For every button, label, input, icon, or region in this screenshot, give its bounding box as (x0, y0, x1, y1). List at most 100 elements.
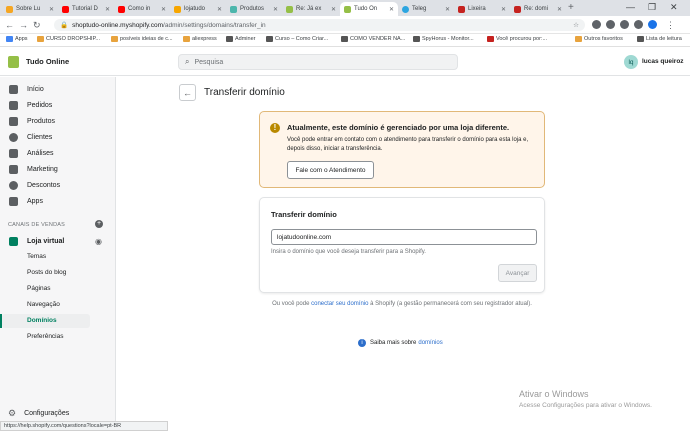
reload-icon[interactable]: ↻ (33, 19, 41, 31)
sidebar-item-apps[interactable]: Apps (0, 194, 116, 208)
sidebar-subitem-preferences[interactable]: Preferências (27, 333, 64, 340)
close-icon[interactable]: ✕ (159, 6, 166, 13)
minimize-icon[interactable]: — (626, 1, 635, 13)
user-name[interactable]: lucas queiroz (642, 58, 684, 65)
bookmark-item[interactable]: SpyHorus - Monitor... (413, 36, 474, 42)
add-channel-icon[interactable]: + (95, 220, 103, 228)
extension-icon[interactable] (634, 20, 643, 29)
close-icon[interactable]: ✕ (443, 6, 450, 13)
bookmark-favicon (487, 36, 494, 42)
sidebar-item-analytics[interactable]: Análises (0, 146, 116, 160)
gear-icon: ⚙ (8, 408, 17, 418)
next-button[interactable]: Avançar (498, 264, 537, 282)
bookmark-favicon (266, 36, 273, 42)
admin-top-bar: Tudo Online ⌕ Pesquisa lq lucas queiroz (0, 48, 690, 76)
close-icon[interactable]: ✕ (47, 6, 54, 13)
close-icon[interactable]: ✕ (499, 6, 506, 13)
url-domain: shoptudo-online.myshopify.com (72, 21, 164, 29)
sidebar-item-orders[interactable]: Pedidos (0, 98, 116, 112)
domain-help-text: Insira o domínio que você deseja transfe… (271, 249, 426, 255)
close-icon[interactable]: ✕ (103, 6, 110, 13)
warning-icon: ! (270, 123, 280, 133)
close-icon[interactable]: ✕ (387, 6, 394, 13)
sidebar-item-customers[interactable]: Clientes (0, 130, 116, 144)
sidebar-item-products[interactable]: Produtos (0, 114, 116, 128)
bookmark-item[interactable]: Curso – Como Criar... (266, 36, 328, 42)
browser-tab[interactable]: Produtos ✕ (226, 2, 282, 16)
window-close-icon[interactable]: ✕ (670, 1, 678, 13)
tab-favicon (458, 5, 465, 13)
sidebar-item-settings[interactable]: ⚙ Configurações (8, 408, 69, 419)
star-icon[interactable]: ☆ (573, 21, 579, 29)
browser-tab[interactable]: lojatudo ✕ (170, 2, 226, 16)
new-tab-button[interactable]: + (568, 2, 574, 14)
bookmark-item[interactable]: posíveis ideias de c... (111, 36, 173, 42)
contact-support-button[interactable]: Fale com o Atendimento (287, 161, 374, 179)
maximize-icon[interactable]: ❐ (648, 1, 656, 13)
browser-tab[interactable]: Re: Já ex ✕ (282, 2, 340, 16)
bookmark-favicon (341, 36, 348, 42)
profile-avatar[interactable] (648, 20, 657, 29)
browser-tab[interactable]: Sobre Lu ✕ (2, 2, 58, 16)
reading-list-icon (637, 36, 644, 42)
sidebar-item-discounts[interactable]: Descontos (0, 178, 116, 192)
folder-icon (183, 36, 190, 42)
close-icon[interactable]: ✕ (215, 6, 222, 13)
bookmark-item[interactable]: CURSO DROPSHIP... (37, 36, 100, 42)
sidebar-item-marketing[interactable]: Marketing (0, 162, 116, 176)
bookmark-item[interactable]: COMO VENDER NA... (341, 36, 405, 42)
browser-tab[interactable]: Lixeira ✕ (454, 2, 510, 16)
sidebar: Início Pedidos Produtos Clientes Análise… (0, 77, 116, 421)
bookmark-item[interactable]: aliexpress (183, 36, 217, 42)
address-bar[interactable]: 🔒 shoptudo-online.myshopify.com/admin/se… (54, 19, 585, 31)
forward-arrow-icon[interactable]: → (19, 19, 28, 31)
browser-tab-active[interactable]: Tudo On ✕ (340, 2, 398, 16)
domain-input[interactable] (271, 229, 537, 245)
back-button[interactable]: ← (179, 84, 196, 101)
browser-tab[interactable]: Tutorial D ✕ (58, 2, 114, 16)
banner-text: Você pode entrar em contato com o atendi… (287, 137, 529, 152)
close-icon[interactable]: ✕ (271, 6, 278, 13)
sidebar-subitem-blog-posts[interactable]: Posts do blog (27, 269, 66, 276)
search-input[interactable]: ⌕ Pesquisa (178, 54, 458, 70)
close-icon[interactable]: ✕ (329, 6, 336, 13)
eye-icon[interactable]: ◉ (95, 237, 102, 246)
tab-favicon (118, 5, 125, 13)
domains-help-link[interactable]: domínios (418, 340, 442, 346)
discounts-icon (9, 180, 18, 190)
more-menu-icon[interactable]: ⋮ (666, 19, 675, 31)
back-arrow-icon[interactable]: ← (5, 19, 14, 31)
bookmark-item[interactable]: Outros favoritos (575, 36, 623, 42)
browser-tab[interactable]: Re: domi ✕ (510, 2, 566, 16)
bookmark-item[interactable]: Você procurou por:... (487, 36, 547, 42)
tab-favicon (174, 5, 181, 13)
close-icon[interactable]: ✕ (555, 6, 562, 13)
page-title: Transferir domínio (204, 87, 285, 98)
bookmarks-bar: Apps CURSO DROPSHIP... posíveis ideias d… (0, 34, 690, 47)
customers-icon (9, 132, 18, 142)
tab-favicon (402, 5, 409, 13)
bookmark-item[interactable]: Lista de leitura (637, 36, 682, 42)
link-status-bar: https://help.shopify.com/questions?local… (0, 421, 168, 431)
store-name[interactable]: Tudo Online (26, 57, 69, 66)
connect-domain-link[interactable]: conectar seu domínio (311, 301, 368, 307)
sidebar-subitem-domains[interactable]: Domínios (27, 317, 57, 324)
sidebar-subitem-themes[interactable]: Temas (27, 253, 46, 260)
sidebar-item-home[interactable]: Início (0, 82, 116, 96)
bookmark-item[interactable]: Apps (6, 36, 28, 42)
active-item-indicator (0, 314, 2, 328)
store-icon (9, 236, 18, 246)
browser-tab[interactable]: Teleg ✕ (398, 2, 454, 16)
browser-tab[interactable]: Como in ✕ (114, 2, 170, 16)
sidebar-subitem-navigation[interactable]: Navegação (27, 301, 60, 308)
url-path: /admin/settings/domains/transfer_in (163, 21, 266, 29)
sidebar-subitem-pages[interactable]: Páginas (27, 285, 51, 292)
avatar[interactable]: lq (624, 55, 638, 69)
extensions-puzzle-icon[interactable] (620, 20, 629, 29)
bookmark-item[interactable]: Adminer (226, 36, 255, 42)
folder-icon (575, 36, 582, 42)
bookmark-favicon (226, 36, 233, 42)
extension-icon[interactable] (592, 20, 601, 29)
extension-icon[interactable] (606, 20, 615, 29)
apps-icon (9, 196, 18, 206)
